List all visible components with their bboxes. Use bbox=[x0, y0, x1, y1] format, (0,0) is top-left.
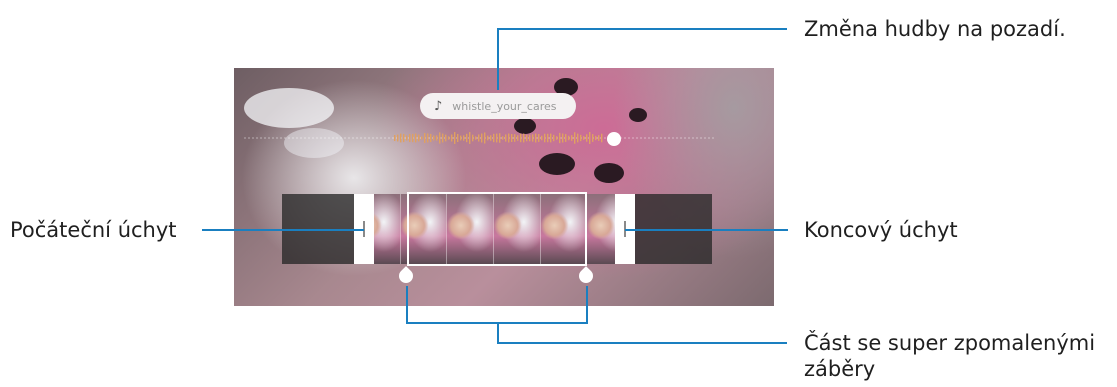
callout-super-slow-part: Část se super zpomalenými bbox=[804, 331, 1096, 355]
waveform-bar bbox=[427, 133, 429, 143]
super-slow-start-marker[interactable] bbox=[396, 266, 416, 286]
music-position-handle[interactable] bbox=[607, 132, 621, 146]
waveform-bar bbox=[394, 135, 396, 141]
waveform-bar bbox=[442, 133, 444, 143]
callout-line bbox=[497, 322, 499, 344]
waveform-bar bbox=[487, 135, 489, 141]
waveform-bar bbox=[397, 134, 399, 142]
waveform-bar bbox=[589, 132, 591, 144]
waveform-bar bbox=[511, 134, 513, 142]
waveform-bar bbox=[421, 136, 423, 140]
callout-line bbox=[202, 229, 364, 231]
waveform-bar bbox=[430, 133, 432, 143]
waveform-bar bbox=[499, 133, 501, 143]
waveform-bar bbox=[466, 133, 468, 143]
music-track-name: whistle_your_cares bbox=[452, 99, 557, 113]
waveform-bar bbox=[439, 132, 441, 144]
callout-line bbox=[406, 286, 408, 324]
waveform-bar bbox=[535, 133, 537, 143]
waveform-bar bbox=[532, 134, 534, 142]
background-music-button[interactable]: ♪ whistle_your_cares bbox=[420, 93, 576, 119]
waveform-bar bbox=[595, 135, 597, 141]
waveform-bar bbox=[592, 134, 594, 142]
waveform-bar bbox=[463, 135, 465, 141]
waveform-bar bbox=[400, 133, 402, 143]
swimsuit-spot bbox=[539, 153, 575, 175]
waveform-bar bbox=[520, 133, 522, 143]
waveform-bar bbox=[445, 134, 447, 142]
waveform-bar bbox=[541, 135, 543, 141]
super-slow-section-box[interactable] bbox=[407, 192, 587, 266]
waveform-bar bbox=[568, 135, 570, 141]
waveform-bar bbox=[523, 133, 525, 143]
waveform-bar bbox=[529, 134, 531, 142]
waveform-bar bbox=[586, 134, 588, 142]
waveform-bar bbox=[538, 134, 540, 142]
waveform-bar bbox=[403, 133, 405, 143]
waveform-bar bbox=[412, 133, 414, 143]
waveform-bar bbox=[514, 134, 516, 142]
waveform-bar bbox=[451, 134, 453, 142]
water-splash bbox=[244, 88, 334, 128]
waveform-bar bbox=[547, 133, 549, 143]
swimsuit-spot bbox=[629, 108, 647, 122]
audio-waveform bbox=[244, 132, 714, 144]
waveform-bar bbox=[559, 132, 561, 144]
callout-line bbox=[586, 286, 588, 324]
callout-line bbox=[497, 342, 787, 344]
music-note-icon: ♪ bbox=[434, 98, 443, 114]
waveform-bar bbox=[418, 134, 420, 142]
waveform-bar bbox=[580, 134, 582, 142]
callout-super-slow-part-line2: záběry bbox=[804, 357, 876, 381]
waveform-bar bbox=[571, 135, 573, 141]
waveform-bar bbox=[481, 133, 483, 143]
waveform-bar bbox=[544, 133, 546, 143]
waveform-bar bbox=[472, 134, 474, 142]
waveform-bar bbox=[508, 133, 510, 143]
waveform-bar bbox=[565, 134, 567, 142]
video-editor-screen: ♪ whistle_your_cares bbox=[234, 68, 774, 306]
waveform-bar bbox=[601, 133, 603, 143]
waveform-bar bbox=[469, 132, 471, 144]
super-slow-end-marker[interactable] bbox=[576, 266, 596, 286]
waveform-bar bbox=[454, 132, 456, 144]
waveform-bar bbox=[448, 136, 450, 140]
waveform-bar bbox=[478, 134, 480, 142]
waveform-bar bbox=[475, 136, 477, 140]
callout-start-handle: Počáteční úchyt bbox=[10, 218, 177, 242]
waveform-bar bbox=[490, 135, 492, 141]
waveform-bar bbox=[562, 133, 564, 143]
callout-end-handle: Koncový úchyt bbox=[804, 218, 958, 242]
waveform-bar bbox=[577, 133, 579, 143]
swimsuit-spot bbox=[594, 163, 624, 183]
waveform-bar bbox=[583, 136, 585, 140]
waveform-bar bbox=[556, 136, 558, 140]
callout-line bbox=[497, 28, 499, 90]
waveform-bar bbox=[433, 135, 435, 141]
waveform-bar bbox=[505, 134, 507, 142]
waveform-bar bbox=[484, 132, 486, 144]
waveform-bar bbox=[526, 134, 528, 142]
waveform-bar bbox=[406, 135, 408, 141]
callout-line bbox=[497, 28, 787, 30]
waveform-bar bbox=[457, 133, 459, 143]
callout-line bbox=[625, 229, 788, 231]
waveform-bar bbox=[415, 133, 417, 143]
waveform-bar bbox=[409, 133, 411, 143]
waveform-bar bbox=[436, 135, 438, 141]
callout-background-music: Změna hudby na pozadí. bbox=[804, 17, 1066, 41]
waveform-bar bbox=[502, 136, 504, 140]
waveform-bar bbox=[496, 133, 498, 143]
waveform-bar bbox=[517, 135, 519, 141]
waveform-bar bbox=[598, 135, 600, 141]
waveform-bar bbox=[424, 133, 426, 143]
waveform-bar bbox=[493, 133, 495, 143]
waveform-bar bbox=[550, 133, 552, 143]
waveform-bar bbox=[574, 132, 576, 144]
waveform-bar bbox=[553, 134, 555, 142]
waveform-bar bbox=[460, 135, 462, 141]
